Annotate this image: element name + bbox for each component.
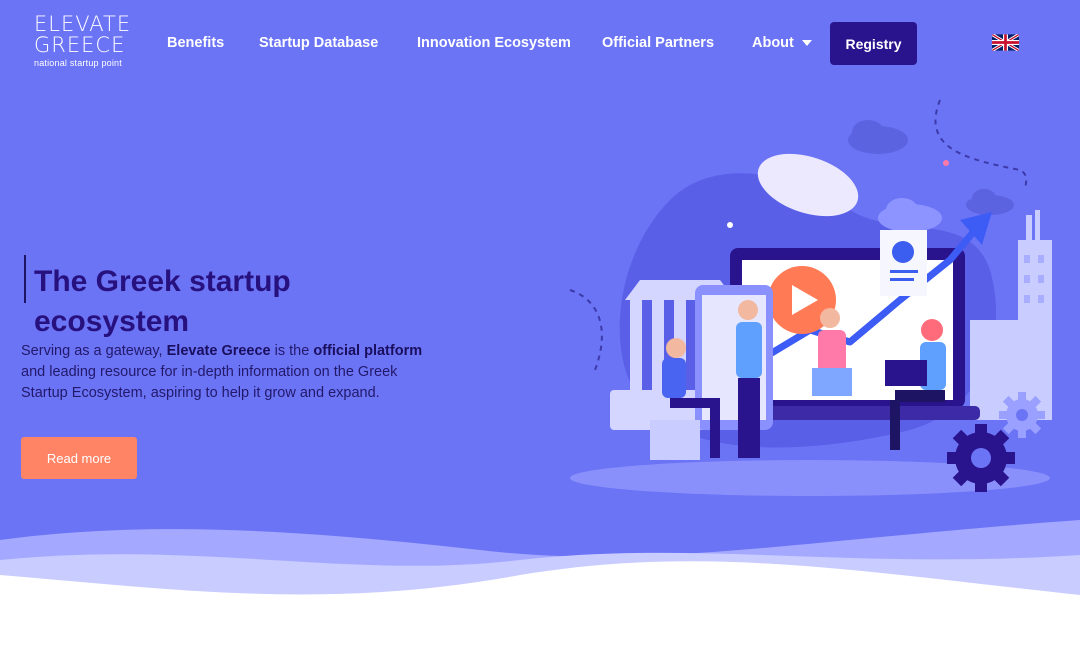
- registry-button[interactable]: Registry: [830, 22, 917, 65]
- chevron-down-icon: [801, 40, 812, 47]
- elevate-badge-icon: [892, 241, 914, 263]
- sparkle-dot: [727, 222, 733, 228]
- logo-line-elevate: ELEVATE: [34, 12, 132, 36]
- sparkle-dot: [943, 160, 949, 166]
- nav-startup-database[interactable]: Startup Database: [259, 35, 378, 51]
- dotted-curve: [934, 99, 1028, 191]
- desc-text-2: is the: [270, 343, 314, 359]
- cloud-shape: [878, 198, 942, 232]
- hero-description: Serving as a gateway, Elevate Greece is …: [21, 341, 436, 404]
- nav-official-partners[interactable]: Official Partners: [602, 35, 714, 51]
- title-accent-bar: [24, 255, 26, 303]
- hero-illustration: [569, 99, 1052, 496]
- desc-bold-official-platform: official platform: [313, 343, 423, 359]
- desc-bold-elevate-greece: Elevate Greece: [166, 343, 271, 359]
- document-card: [880, 230, 927, 296]
- nav-innovation-ecosystem[interactable]: Innovation Ecosystem: [417, 35, 571, 51]
- gear-icon: [999, 392, 1045, 438]
- desc-text-1: Serving as a gateway,: [21, 343, 167, 359]
- nav-about[interactable]: About: [752, 35, 812, 51]
- read-more-button[interactable]: Read more: [21, 437, 137, 479]
- bottom-wave-divider: [0, 520, 1080, 670]
- hero-title: The Greek startup ecosystem: [34, 265, 291, 338]
- logo-line-greece: GREECE: [34, 33, 126, 57]
- nav-benefits[interactable]: Benefits: [167, 35, 224, 51]
- nav-about-label: About: [752, 35, 794, 51]
- elevate-greece-logo[interactable]: ELEVATE GREECE national startup point: [34, 14, 144, 74]
- dotted-curve-left: [569, 289, 603, 371]
- gear-icon: [947, 424, 1015, 492]
- desc-text-3: and leading resource for in-depth inform…: [21, 364, 398, 401]
- top-navigation: ELEVATE GREECE national startup point Be…: [0, 0, 1080, 88]
- logo-tagline: national startup point: [34, 58, 122, 68]
- uk-flag-icon[interactable]: [992, 34, 1019, 51]
- person-handshake-left: [736, 300, 762, 458]
- cloud-shape: [848, 120, 908, 154]
- cloud-shape: [966, 189, 1014, 215]
